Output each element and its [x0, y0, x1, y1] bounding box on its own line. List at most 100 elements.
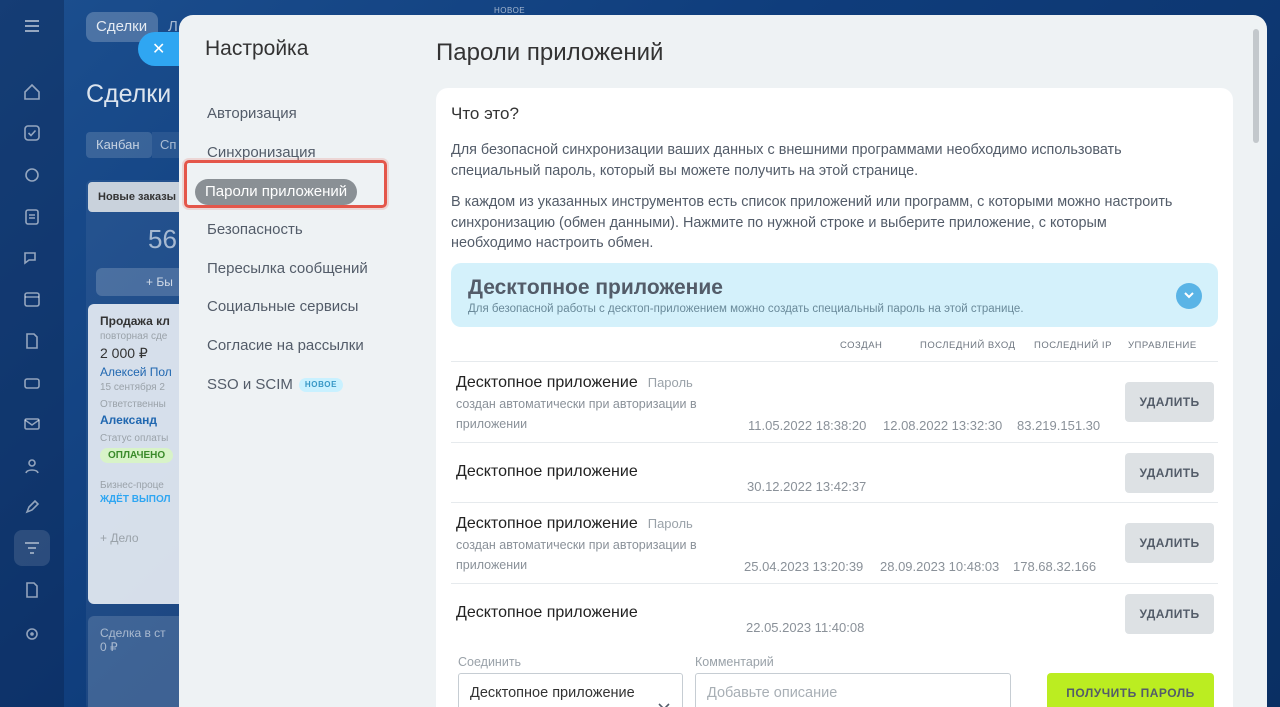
row-last-login: 28.09.2023 10:48:03 — [880, 559, 1000, 574]
card-icon[interactable] — [22, 373, 42, 393]
bg-card-payment-label: Статус оплаты — [100, 433, 169, 444]
annotation-highlight — [184, 160, 387, 208]
section-subtitle: Для безопасной работы с десктоп-приложен… — [468, 303, 1024, 315]
chevron-down-icon — [658, 688, 670, 707]
bg-card2-amount: 0 ₽ — [100, 640, 118, 654]
delete-button[interactable]: УДАЛИТЬ — [1125, 594, 1214, 634]
content-panel: Что это? Для безопасной синхронизации ва… — [436, 88, 1233, 707]
nav-item-sso[interactable]: SSO и SCIM НОВОЕ — [197, 366, 397, 405]
bg-card-responsible-label: Ответственны — [100, 399, 166, 410]
calendar-icon[interactable] — [22, 289, 42, 309]
col-created: СОЗДАН — [840, 340, 883, 351]
section-title: Десктопное приложение — [468, 276, 723, 299]
row-title: Десктопное приложение — [456, 604, 638, 622]
nav-item-label: Авторизация — [207, 105, 297, 122]
bg-column-count: 56 — [148, 224, 177, 254]
bg-view-kanban[interactable]: Канбан — [86, 132, 152, 158]
nav-item-authorization[interactable]: Авторизация — [197, 95, 397, 134]
delete-button[interactable]: УДАЛИТЬ — [1125, 382, 1214, 422]
bg-card-payment-badge: ОПЛАЧЕНО — [100, 448, 174, 463]
section-header-desktop[interactable]: Десктопное приложение Для безопасной раб… — [451, 263, 1218, 327]
table-row: Десктопное приложение 22.05.2023 11:40:0… — [451, 583, 1218, 643]
nav-item-label: Согласие на рассылки — [207, 337, 364, 355]
close-icon: ✕ — [152, 39, 166, 58]
table-header: СОЗДАН ПОСЛЕДНИЙ ВХОД ПОСЛЕДНИЙ IP УПРАВ… — [436, 340, 1233, 354]
bg-column-header: Новые заказы — [88, 182, 186, 212]
delete-button[interactable]: УДАЛИТЬ — [1125, 523, 1214, 563]
row-tag: Пароль — [647, 375, 693, 390]
col-last-login: ПОСЛЕДНИЙ ВХОД — [920, 340, 1016, 351]
col-last-ip: ПОСЛЕДНИЙ IP — [1034, 340, 1112, 351]
bg-card-contact[interactable]: Алексей Пол — [100, 365, 174, 379]
nav-item-consent[interactable]: Согласие на рассылки — [197, 327, 397, 366]
description-2: В каждом из указанных инструментов есть … — [451, 194, 1173, 251]
row-tag: Пароль — [647, 516, 693, 531]
feed-icon[interactable] — [22, 207, 42, 227]
bg-card2-title: Сделка в ст — [100, 626, 166, 640]
bg-card-responsible[interactable]: Александ — [100, 413, 174, 427]
chat-icon[interactable] — [22, 248, 42, 268]
bg-page-title: Сделки — [86, 80, 172, 108]
row-created: 22.05.2023 11:40:08 — [746, 620, 865, 635]
settings-slider: Настройка Авторизация Синхронизация Паро… — [179, 15, 1267, 707]
table-row: Десктопное приложение Пароль создан автом… — [451, 361, 1218, 442]
pen-icon[interactable] — [22, 497, 42, 517]
row-title: Десктопное приложение Пароль — [456, 374, 693, 392]
bg-card-title: Продажа кл — [100, 314, 170, 328]
bg-view-list[interactable]: Сп — [152, 132, 182, 158]
filter-icon[interactable] — [22, 538, 42, 558]
table-row: Десктопное приложение Пароль создан автом… — [451, 502, 1218, 583]
nav-item-label: SSO и SCIM — [207, 375, 293, 393]
row-last-ip: 178.68.32.166 — [1013, 559, 1097, 574]
bg-deal-card[interactable]: Продажа кл повторная сде 2 000 ₽ Алексей… — [88, 304, 186, 604]
users-icon[interactable] — [22, 456, 42, 476]
row-name: Десктопное приложение — [456, 374, 638, 391]
row-created: 11.05.2022 18:38:20 — [748, 418, 867, 433]
mail-icon[interactable] — [22, 414, 42, 434]
bg-card-amount: 2 000 ₽ — [100, 345, 148, 361]
chevron-down-icon[interactable] — [1176, 283, 1202, 309]
connect-select[interactable]: Десктопное приложение — [458, 673, 683, 707]
comment-input[interactable] — [695, 673, 1011, 707]
what-is-it-heading: Что это? — [451, 104, 519, 123]
get-password-button[interactable]: ПОЛУЧИТЬ ПАРОЛЬ — [1047, 673, 1214, 707]
delete-button[interactable]: УДАЛИТЬ — [1125, 453, 1214, 493]
new-badge: НОВОЕ — [298, 377, 344, 392]
comment-label: Комментарий — [695, 655, 774, 669]
row-last-login: 12.08.2022 13:32:30 — [883, 418, 1003, 433]
page-title: Пароли приложений — [436, 39, 664, 66]
home-icon[interactable] — [22, 82, 42, 102]
bg-card-add-activity[interactable]: + Дело — [100, 531, 174, 545]
bg-card-date: 15 сентября 2 — [100, 382, 165, 393]
row-name: Десктопное приложение — [456, 463, 638, 480]
scrollbar[interactable] — [1253, 29, 1259, 143]
settings-nav: Авторизация Синхронизация Пароли приложе… — [195, 95, 397, 405]
nav-item-social[interactable]: Социальные сервисы — [197, 288, 397, 327]
col-manage: УПРАВЛЕНИЕ — [1128, 340, 1197, 351]
settings-icon[interactable] — [22, 624, 42, 644]
bg-deal-card-2[interactable]: Сделка в ст 0 ₽ — [88, 616, 186, 707]
row-created: 30.12.2022 13:42:37 — [747, 479, 867, 494]
bg-quick-add-button[interactable]: + Бы — [96, 268, 186, 296]
tasks-icon[interactable] — [22, 123, 42, 143]
connect-select-value: Десктопное приложение — [470, 685, 635, 701]
close-slider-button[interactable]: ✕ — [138, 32, 184, 66]
bg-card-process-label: Бизнес-проце — [100, 480, 164, 491]
file-icon[interactable] — [22, 580, 42, 600]
nav-item-security[interactable]: Безопасность — [197, 211, 397, 250]
menu-icon[interactable] — [22, 16, 42, 36]
connect-label: Соединить — [458, 655, 522, 669]
nav-item-label: Безопасность — [207, 221, 303, 239]
row-name: Десктопное приложение — [456, 604, 638, 621]
nav-item-label: Социальные сервисы — [207, 298, 359, 316]
nav-item-label: Пересылка сообщений — [207, 259, 368, 277]
docs-icon[interactable] — [22, 331, 42, 351]
row-note: создан автоматически при авторизации в п… — [456, 538, 697, 572]
description-1: Для безопасной синхронизации ваших данны… — [451, 142, 1122, 179]
crm-icon[interactable] — [22, 165, 42, 185]
table-row: Десктопное приложение 30.12.2022 13:42:3… — [451, 442, 1218, 502]
row-note: создан автоматически при авторизации в п… — [456, 397, 697, 431]
nav-item-forwarding[interactable]: Пересылка сообщений — [197, 250, 397, 289]
row-title: Десктопное приложение — [456, 463, 638, 481]
row-name: Десктопное приложение — [456, 515, 638, 532]
